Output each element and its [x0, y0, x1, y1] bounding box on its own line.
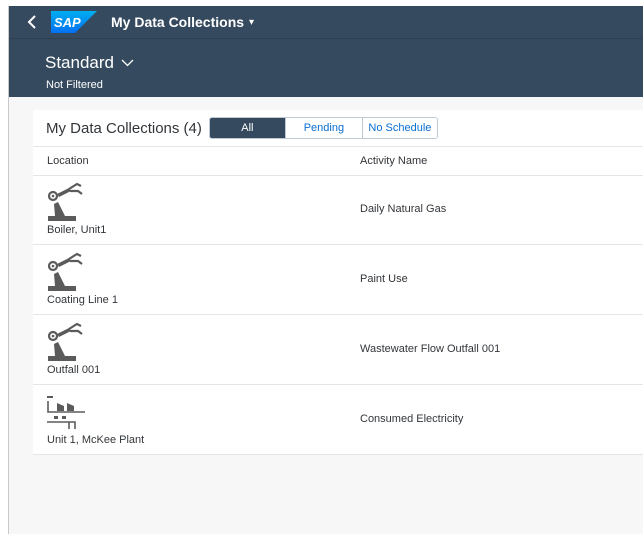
- filter-no-schedule-button[interactable]: No Schedule: [362, 118, 437, 138]
- variant-selector[interactable]: Standard: [45, 53, 134, 73]
- sap-logo[interactable]: SAP: [51, 11, 97, 33]
- shell-bar: SAP My Data Collections ▾: [9, 6, 643, 38]
- row-activity: Paint Use: [360, 273, 408, 285]
- robot-arm-icon: [47, 322, 83, 361]
- row-location: Boiler, Unit1: [47, 224, 107, 236]
- column-header-row: Location Activity Name: [33, 146, 643, 176]
- back-button[interactable]: [15, 6, 49, 38]
- app-title: My Data Collections: [111, 14, 245, 30]
- row-activity: Wastewater Flow Outfall 001: [360, 343, 501, 355]
- filter-pending-button[interactable]: Pending: [285, 118, 363, 138]
- row-activity: Daily Natural Gas: [360, 203, 447, 215]
- sap-logo-text: SAP: [54, 15, 81, 30]
- data-collections-table: My Data Collections (4) All Pending No S…: [33, 110, 643, 455]
- table-row[interactable]: Boiler, Unit1 Daily Natural Gas: [33, 174, 643, 245]
- chevron-down-icon: [121, 59, 134, 67]
- column-header-activity[interactable]: Activity Name: [360, 155, 427, 167]
- app-frame: SAP My Data Collections ▾ Standard Not F…: [8, 6, 643, 534]
- table-row[interactable]: Unit 1, McKee Plant Consumed Electricity: [33, 384, 643, 455]
- variant-name: Standard: [45, 53, 114, 72]
- filter-segmented-button: All Pending No Schedule: [208, 117, 438, 139]
- filter-all-button[interactable]: All: [209, 118, 286, 138]
- chevron-left-icon: [27, 15, 36, 29]
- filter-status: Not Filtered: [46, 79, 103, 91]
- table-row[interactable]: Coating Line 1 Paint Use: [33, 244, 643, 315]
- app-title-menu[interactable]: My Data Collections ▾: [111, 14, 254, 30]
- row-location: Unit 1, McKee Plant: [47, 434, 145, 446]
- robot-arm-icon: [47, 182, 83, 221]
- row-location: Coating Line 1: [47, 294, 118, 306]
- robot-arm-icon: [47, 252, 83, 291]
- row-location: Outfall 001: [47, 364, 101, 376]
- table-toolbar: My Data Collections (4) All Pending No S…: [33, 110, 643, 146]
- factory-icon: [47, 396, 85, 429]
- row-activity: Consumed Electricity: [360, 413, 464, 425]
- variant-header: Standard Not Filtered: [9, 38, 643, 97]
- table-row[interactable]: Outfall 001 Wastewater Flow Outfall 001: [33, 314, 643, 385]
- column-header-location[interactable]: Location: [47, 155, 89, 167]
- table-title: My Data Collections (4): [46, 119, 202, 137]
- caret-down-icon: ▾: [249, 16, 255, 28]
